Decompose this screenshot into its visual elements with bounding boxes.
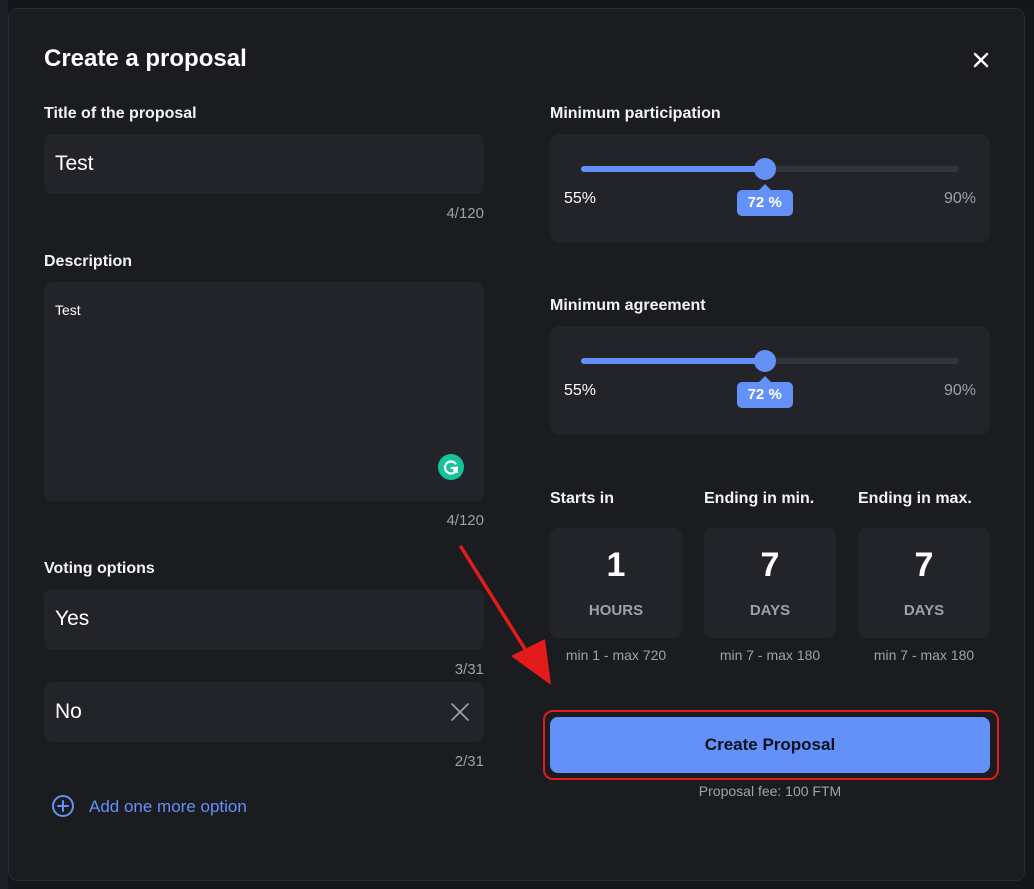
agreement-card: 55% 90% 72 % (550, 326, 990, 435)
description-textarea[interactable]: Test (44, 282, 484, 501)
ending-max-unit: DAYS (903, 602, 945, 619)
starts-in-value: 1 (606, 546, 626, 584)
starts-in-input[interactable]: 1 HOURS (550, 528, 682, 638)
ending-max-input[interactable]: 7 DAYS (858, 528, 990, 638)
agreement-min: 55% (564, 382, 597, 399)
agreement-value-badge: 72 % (736, 382, 793, 408)
create-proposal-button[interactable]: Create Proposal (550, 717, 990, 773)
participation-card: 55% 90% 72 % (550, 134, 990, 243)
voting-options-label: Voting options (44, 560, 155, 577)
ending-min-input[interactable]: 7 DAYS (704, 528, 836, 638)
background-page (0, 0, 8, 889)
voting-option-value: Yes (55, 607, 90, 630)
description-label: Description (44, 253, 133, 270)
participation-value-badge: 72 % (736, 190, 793, 216)
participation-fill (581, 166, 765, 172)
agreement-label: Minimum agreement (550, 297, 706, 314)
modal-title: Create a proposal (44, 45, 247, 72)
ending-min-range: min 7 - max 180 (719, 647, 821, 663)
title-input-value: Test (55, 152, 94, 175)
ending-max-value: 7 (914, 546, 934, 584)
ending-min-label: Ending in min. (704, 490, 815, 507)
close-icon[interactable] (970, 49, 992, 71)
ending-min-value: 7 (760, 546, 780, 584)
voting-option-value: No (55, 700, 82, 723)
voting-option-input-1[interactable]: Yes (44, 589, 484, 650)
description-value: Test (55, 302, 81, 318)
starts-in-unit: HOURS (588, 602, 644, 619)
ending-min-unit: DAYS (749, 602, 791, 619)
ending-max-label: Ending in max. (858, 490, 972, 507)
ending-max-range: min 7 - max 180 (873, 647, 975, 663)
participation-label: Minimum participation (550, 105, 721, 122)
description-counter: 4/120 (446, 512, 484, 529)
starts-in-label: Starts in (550, 490, 615, 507)
add-option-label: Add one more option (89, 797, 247, 816)
voting-option-input-2[interactable]: No (44, 682, 484, 742)
agreement-fill (581, 358, 765, 364)
title-counter: 4/120 (446, 205, 484, 222)
plus-circle-icon (51, 794, 75, 818)
title-input[interactable]: Test (44, 134, 484, 194)
participation-thumb[interactable] (753, 158, 776, 180)
grammarly-icon[interactable] (438, 454, 464, 480)
agreement-max: 90% (943, 382, 976, 399)
agreement-thumb[interactable] (753, 350, 776, 372)
clear-option-icon[interactable] (448, 700, 472, 724)
voting-option-counter: 2/31 (454, 753, 484, 770)
participation-min: 55% (564, 190, 597, 207)
proposal-fee: Proposal fee: 100 FTM (698, 783, 842, 799)
title-label: Title of the proposal (44, 105, 197, 122)
create-proposal-modal: Create a proposal Title of the proposal … (8, 8, 1025, 881)
participation-max: 90% (943, 190, 976, 207)
annotation-arrow-icon (459, 545, 551, 685)
starts-in-range: min 1 - max 720 (565, 647, 667, 663)
